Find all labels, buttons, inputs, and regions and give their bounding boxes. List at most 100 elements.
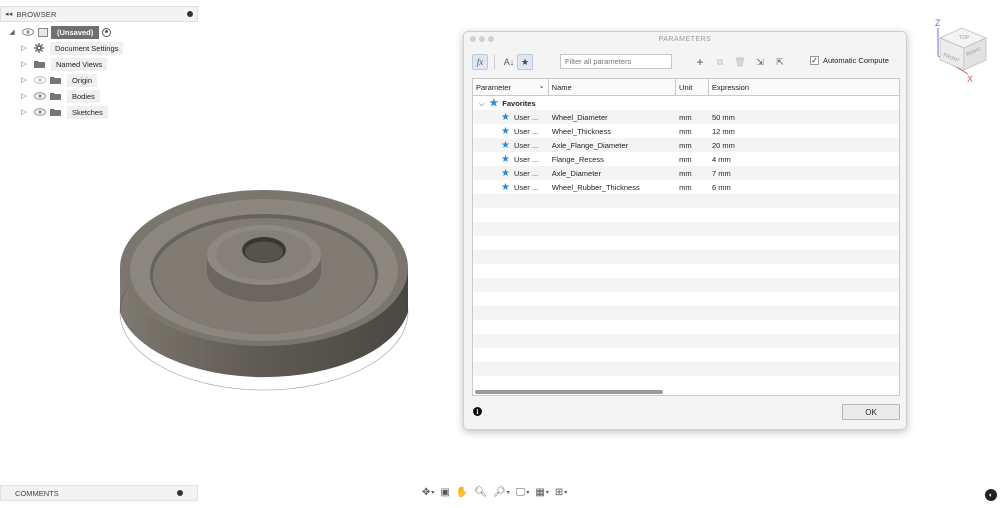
orbit-icon[interactable]: ✥ ▾ xyxy=(422,487,434,498)
dialog-title-bar[interactable]: PARAMETERS xyxy=(464,32,906,46)
star-icon[interactable]: ★ xyxy=(501,154,510,165)
column-label: Parameter xyxy=(476,83,512,92)
close-window-icon[interactable] xyxy=(470,36,476,42)
horizontal-scrollbar[interactable] xyxy=(475,390,663,394)
viewports-icon[interactable]: ⊞ ▾ xyxy=(555,487,567,498)
expand-right-icon[interactable]: ▷ xyxy=(20,108,28,116)
eye-icon[interactable] xyxy=(34,92,46,100)
favorites-star-icon[interactable]: ★ xyxy=(517,54,533,70)
expand-down-icon[interactable]: ◢ xyxy=(8,28,16,36)
pin-icon[interactable] xyxy=(187,11,193,17)
param-unit[interactable]: mm xyxy=(676,183,709,192)
zoom-window-icon[interactable] xyxy=(488,36,494,42)
grid-icon[interactable]: ▦ ▾ xyxy=(535,487,548,498)
document-icon xyxy=(38,27,48,37)
expand-right-icon[interactable]: ▷ xyxy=(20,92,28,100)
minimize-window-icon[interactable] xyxy=(479,36,485,42)
empty-row xyxy=(473,222,899,236)
collapse-icon[interactable]: ◂◂ xyxy=(5,10,12,18)
sort-icon[interactable]: A↓ xyxy=(501,54,517,70)
table-row[interactable]: ★ User ... Wheel_Diameter mm 50 mm xyxy=(473,110,899,124)
star-icon[interactable]: ★ xyxy=(501,182,510,193)
param-name[interactable]: Wheel_Rubber_Thickness xyxy=(549,183,676,192)
viewcube-top-label[interactable]: TOP xyxy=(959,35,970,41)
param-name[interactable]: Axle_Diameter xyxy=(549,169,676,178)
star-icon[interactable]: ★ xyxy=(501,168,510,179)
table-row[interactable]: ★ User ... Axle_Diameter mm 7 mm xyxy=(473,166,899,180)
root-component-label[interactable]: (Unsaved) xyxy=(51,25,100,39)
eye-icon[interactable] xyxy=(22,28,34,36)
folder-icon xyxy=(34,61,45,68)
param-expression[interactable]: 4 mm xyxy=(709,155,899,164)
pan-icon[interactable]: ✋ xyxy=(456,487,468,498)
pin-icon[interactable] xyxy=(177,490,183,496)
table-row[interactable]: ★ User ... Flange_Recess mm 4 mm xyxy=(473,152,899,166)
param-expression[interactable]: 12 mm xyxy=(709,127,899,136)
table-row[interactable]: ★ User ... Axle_Flange_Diameter mm 20 mm xyxy=(473,138,899,152)
param-unit[interactable]: mm xyxy=(676,113,709,122)
star-icon[interactable]: ★ xyxy=(501,112,510,123)
empty-row xyxy=(473,208,899,222)
export-icon[interactable]: ⇱ xyxy=(772,54,788,70)
display-settings-icon[interactable]: 🖵 ▾ xyxy=(516,487,530,498)
ok-button[interactable]: OK xyxy=(842,404,900,420)
tree-root[interactable]: ◢ (Unsaved) xyxy=(0,24,198,40)
copy-icon[interactable]: ⧉ xyxy=(712,54,728,70)
param-expression[interactable]: 7 mm xyxy=(709,169,899,178)
column-header-name[interactable]: Name xyxy=(549,79,677,95)
expand-right-icon[interactable]: ▷ xyxy=(20,76,28,84)
param-type: User ... xyxy=(513,154,539,164)
automatic-compute-option[interactable]: ✓ Automatic Compute xyxy=(810,56,889,65)
param-name[interactable]: Flange_Recess xyxy=(549,155,676,164)
chevron-down-icon[interactable]: ⌄ xyxy=(539,82,545,90)
column-header-parameter[interactable]: Parameter ⌄ xyxy=(473,79,549,95)
expand-right-icon[interactable]: ▷ xyxy=(20,44,28,52)
tree-item-named-views[interactable]: ▷ Named Views xyxy=(0,56,198,72)
column-header-expression[interactable]: Expression xyxy=(709,79,899,95)
param-unit[interactable]: mm xyxy=(676,155,709,164)
automatic-compute-checkbox[interactable]: ✓ xyxy=(810,56,819,65)
column-header-unit[interactable]: Unit xyxy=(676,79,709,95)
expand-right-icon[interactable]: ▷ xyxy=(20,60,28,68)
param-name[interactable]: Wheel_Diameter xyxy=(549,113,676,122)
param-name[interactable]: Axle_Flange_Diameter xyxy=(549,141,676,150)
view-cube[interactable]: Z X TOP FRONT RIGHT xyxy=(930,16,990,82)
wheel-model[interactable] xyxy=(112,170,422,400)
fit-icon[interactable]: 🔎︎ ▾ xyxy=(493,487,510,498)
comments-panel[interactable]: COMMENTS xyxy=(0,485,198,501)
browser-header[interactable]: ◂◂ BROWSER xyxy=(0,6,198,22)
delete-icon[interactable]: 🗑 xyxy=(732,54,748,70)
eye-hidden-icon[interactable] xyxy=(34,76,46,84)
chevron-down-icon[interactable]: ⌵ xyxy=(479,101,484,108)
add-icon[interactable]: + xyxy=(692,54,708,70)
param-expression[interactable]: 20 mm xyxy=(709,141,899,150)
import-icon[interactable]: ⇲ xyxy=(752,54,768,70)
empty-row xyxy=(473,292,899,306)
tree-item-bodies[interactable]: ▷ Bodies xyxy=(0,88,198,104)
param-unit[interactable]: mm xyxy=(676,169,709,178)
table-row[interactable]: ★ User ... Wheel_Rubber_Thickness mm 6 mm xyxy=(473,180,899,194)
tree-item-sketches[interactable]: ▷ Sketches xyxy=(0,104,198,120)
group-row-favorites[interactable]: ⌵ ★ Favorites xyxy=(473,96,899,110)
param-expression[interactable]: 6 mm xyxy=(709,183,899,192)
tree-item-document-settings[interactable]: ▷ Document Settings xyxy=(0,40,198,56)
info-icon[interactable]: i xyxy=(473,407,482,416)
table-body: ⌵ ★ Favorites ★ User ... Wheel_Diameter mm … xyxy=(473,96,899,390)
param-unit[interactable]: mm xyxy=(676,127,709,136)
activate-icon[interactable] xyxy=(102,27,112,37)
star-icon[interactable]: ★ xyxy=(501,140,510,151)
tree-item-origin[interactable]: ▷ Origin xyxy=(0,72,198,88)
window-controls xyxy=(470,36,494,42)
param-expression[interactable]: 50 mm xyxy=(709,113,899,122)
empty-row xyxy=(473,250,899,264)
zoom-icon[interactable]: 🔍︎ xyxy=(474,487,487,498)
filter-input[interactable] xyxy=(560,54,672,69)
function-icon[interactable]: fx xyxy=(472,54,488,70)
table-row[interactable]: ★ User ... Wheel_Thickness mm 12 mm xyxy=(473,124,899,138)
look-at-icon[interactable]: ▣ xyxy=(440,487,449,498)
star-icon[interactable]: ★ xyxy=(501,126,510,137)
navigation-mode-icon[interactable]: ◐ xyxy=(985,489,997,501)
param-name[interactable]: Wheel_Thickness xyxy=(549,127,676,136)
param-unit[interactable]: mm xyxy=(676,141,709,150)
eye-icon[interactable] xyxy=(34,108,46,116)
